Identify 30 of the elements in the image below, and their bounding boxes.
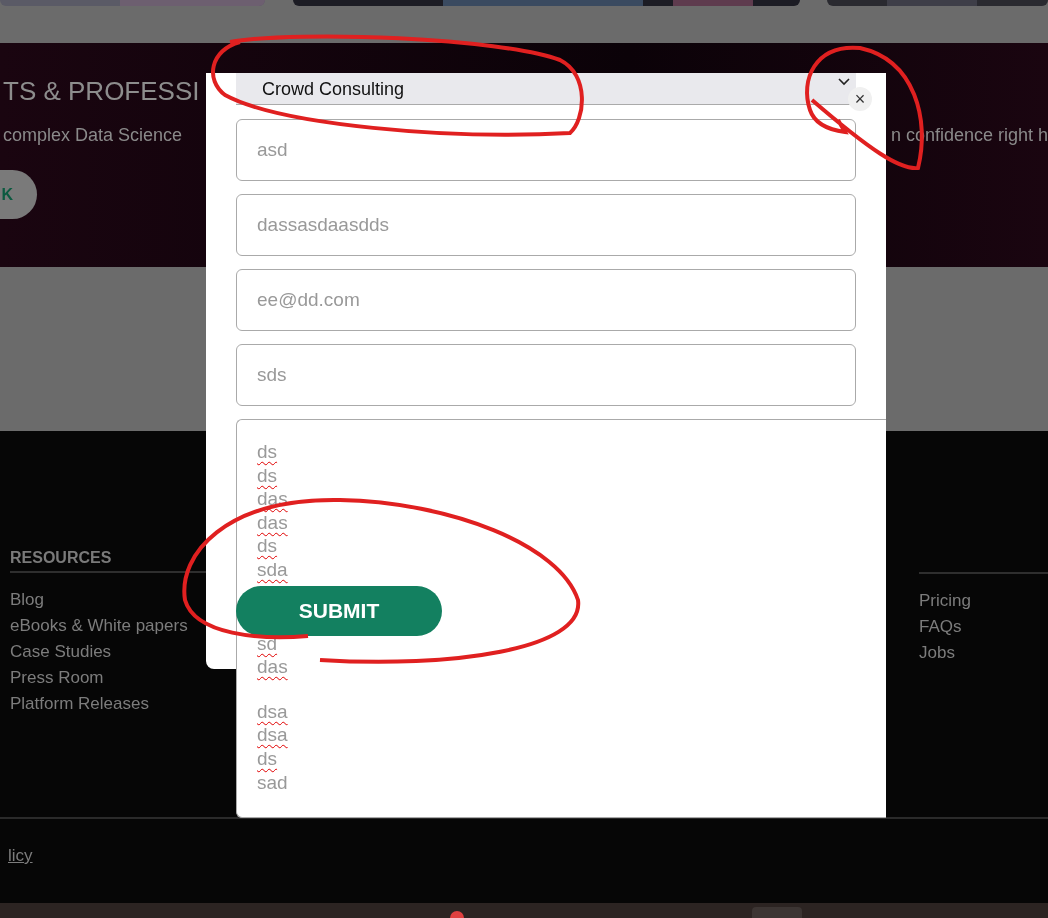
textarea-line: ds — [257, 440, 278, 464]
textarea-line: dsa — [257, 723, 288, 747]
textarea-line: dsa — [257, 699, 288, 724]
footer-link[interactable]: eBooks & White papers — [10, 613, 188, 639]
footer-link[interactable]: Jobs — [919, 640, 955, 666]
hero-heading: TS & PROFESSI — [3, 76, 200, 106]
textarea-line: ds — [257, 463, 278, 488]
footer-link[interactable]: Platform Releases — [10, 691, 149, 717]
hero-text: complex Data Science — [3, 124, 183, 146]
company-select[interactable]: Crowd Consulting — [236, 73, 856, 105]
textarea-line: sad — [257, 770, 288, 795]
submit-button[interactable]: SUBMIT — [236, 586, 442, 636]
input-field[interactable]: ee@dd.com — [236, 269, 856, 331]
footer-link[interactable]: FAQs — [919, 614, 962, 640]
close-button[interactable]: × — [848, 87, 872, 111]
chevron-down-icon — [838, 77, 850, 86]
input-field[interactable]: asd — [236, 119, 856, 181]
footer-link[interactable]: Blog — [10, 587, 45, 613]
footer-link[interactable]: licy — [8, 846, 33, 866]
textarea-line: das — [257, 655, 288, 679]
footer-link[interactable]: Pricing — [919, 588, 971, 614]
textarea-line: ds — [257, 534, 278, 558]
footer-link[interactable]: Press Room — [10, 665, 104, 691]
input-field[interactable]: dassasdaasdds — [236, 194, 856, 256]
textarea-line: das — [257, 510, 288, 535]
textarea-line: ds — [257, 746, 278, 771]
footer-heading: RESOURCES — [10, 548, 113, 568]
textarea-line: sda — [257, 557, 288, 582]
footer-link[interactable]: Case Studies — [10, 639, 112, 665]
input-field[interactable]: sds — [236, 344, 856, 406]
